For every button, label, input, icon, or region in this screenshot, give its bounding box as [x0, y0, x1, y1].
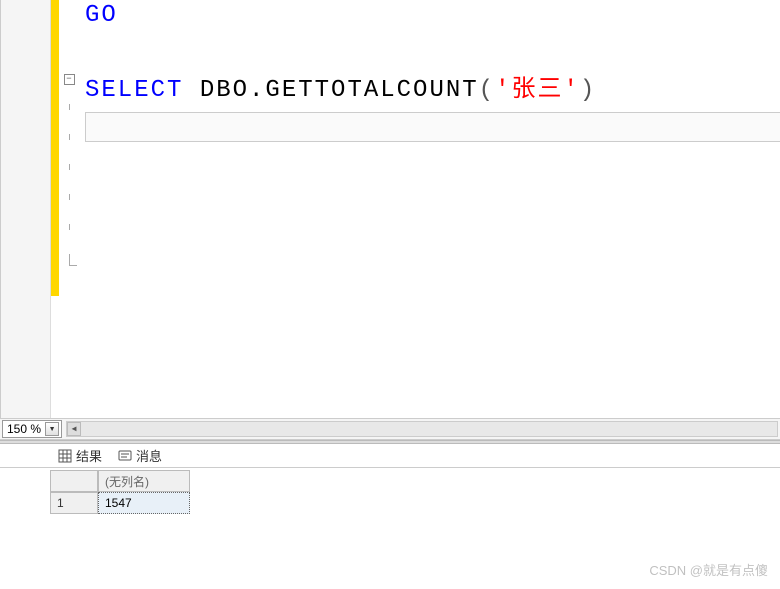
grid-corner-cell[interactable]	[50, 470, 98, 492]
editor-container: GO − SELECT DBO.GETTOTALCOUNT('张三')	[0, 0, 780, 418]
code-editor[interactable]: GO − SELECT DBO.GETTOTALCOUNT('张三')	[59, 0, 780, 418]
code-line: − SELECT DBO.GETTOTALCOUNT('张三')	[59, 68, 780, 104]
paren-close: )	[580, 77, 596, 104]
message-icon	[118, 449, 132, 463]
watermark-text: CSDN @就是有点傻	[649, 560, 768, 579]
tab-messages[interactable]: 消息	[110, 444, 170, 467]
code-line: GO	[59, 2, 780, 38]
function-call: DBO.GETTOTALCOUNT	[183, 77, 478, 104]
code-line-blank	[59, 38, 780, 68]
string-arg: '张三'	[495, 77, 580, 104]
code-line-blank	[59, 134, 780, 164]
grid-cell-value[interactable]: 1547	[98, 492, 190, 514]
tab-results-label: 结果	[76, 446, 102, 465]
zoom-bar: 150 % ▼ ◀	[0, 418, 780, 440]
code-line-blank	[59, 104, 780, 134]
scroll-left-arrow[interactable]: ◀	[67, 422, 81, 436]
paren-open: (	[479, 77, 495, 104]
tab-messages-label: 消息	[136, 446, 162, 465]
grid-column-header[interactable]: (无列名)	[98, 470, 190, 492]
code-line-end	[59, 254, 780, 284]
keyword-select: SELECT	[85, 77, 183, 104]
tab-results[interactable]: 结果	[50, 444, 110, 467]
grid-row-number[interactable]: 1	[50, 492, 98, 514]
grid-header-row: (无列名)	[50, 470, 780, 492]
code-line-blank	[59, 194, 780, 224]
zoom-dropdown-button[interactable]: ▼	[45, 422, 59, 436]
zoom-select[interactable]: 150 % ▼	[2, 420, 62, 438]
results-grid: (无列名) 1 1547	[0, 468, 780, 514]
outline-collapse-toggle[interactable]: −	[64, 74, 75, 85]
keyword-go: GO	[85, 2, 118, 29]
table-row[interactable]: 1 1547	[50, 492, 780, 514]
editor-left-margin	[1, 0, 51, 418]
horizontal-scrollbar[interactable]: ◀	[66, 421, 778, 437]
zoom-value: 150 %	[7, 422, 41, 436]
code-line-blank	[59, 164, 780, 194]
change-indicator-bar	[51, 0, 59, 296]
code-line-blank	[59, 224, 780, 254]
results-tabs: 结果 消息	[0, 444, 780, 468]
grid-icon	[58, 449, 72, 463]
